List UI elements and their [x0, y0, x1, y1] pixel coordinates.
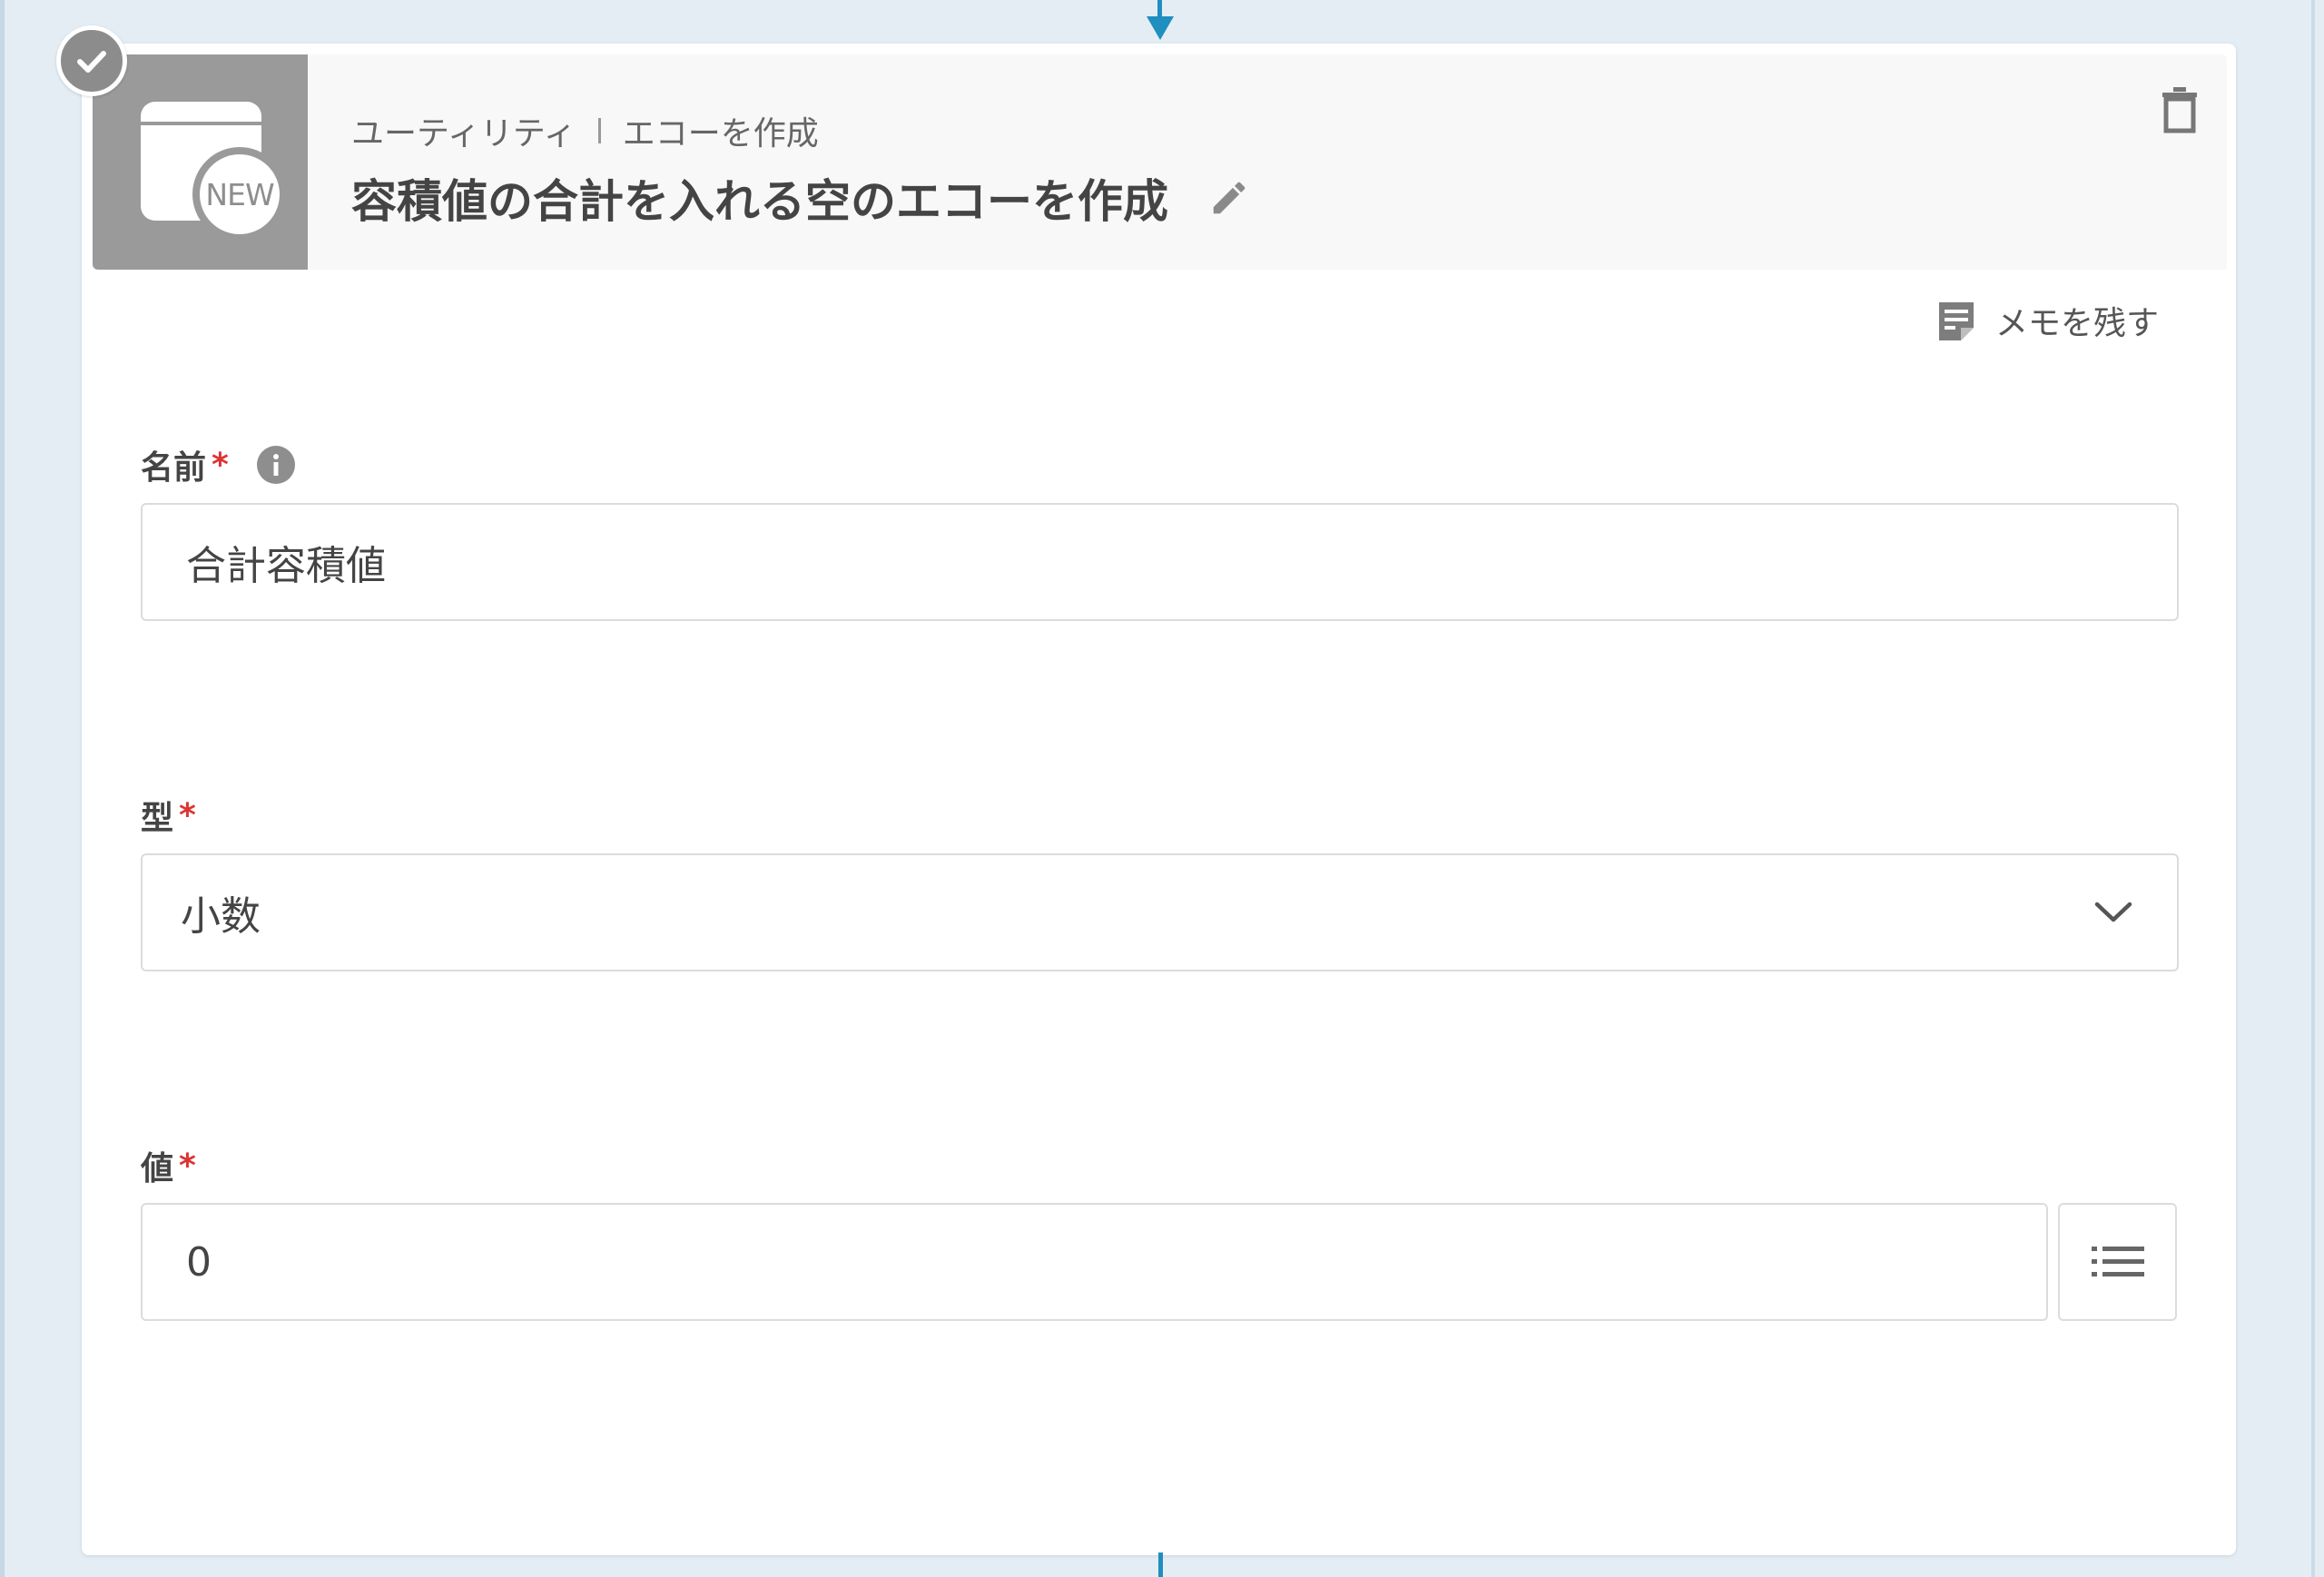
flow-connector-bottom — [1158, 1552, 1163, 1577]
breadcrumb: ユーティリティ エコーを作成 — [351, 113, 819, 153]
name-input-value: 合計容積値 — [186, 543, 386, 589]
value-input-value: 0 — [186, 1238, 212, 1286]
variable-list-button[interactable] — [2058, 1203, 2177, 1321]
info-icon[interactable] — [256, 445, 296, 485]
step-title: 容積値の合計を入れる空のエコーを作成 — [351, 171, 1250, 228]
step-title-text: 容積値の合計を入れる空のエコーを作成 — [351, 175, 1168, 228]
value-label: 値 * — [141, 1145, 196, 1188]
type-select-value: 小数 — [181, 893, 261, 940]
canvas-left-edge — [0, 0, 5, 1577]
new-badge: NEW — [192, 147, 287, 241]
name-required-mark: * — [212, 446, 229, 484]
check-icon — [56, 25, 127, 96]
flow-arrow-down-icon — [1147, 16, 1174, 40]
step-header: NEW ユーティリティ エコーを作成 容積値の合計を入れる空のエコーを作成 — [93, 54, 2227, 270]
new-badge-text: NEW — [205, 176, 274, 212]
list-icon — [2091, 1247, 2144, 1276]
type-select[interactable]: 小数 — [141, 853, 2179, 971]
name-label: 名前 * — [141, 444, 296, 487]
value-required-mark: * — [179, 1147, 196, 1185]
name-input[interactable]: 合計容積値 — [141, 503, 2179, 621]
value-label-text: 値 — [141, 1150, 174, 1188]
pencil-icon[interactable] — [1208, 177, 1250, 219]
step-card: NEW ユーティリティ エコーを作成 容積値の合計を入れる空のエコーを作成 メモ… — [56, 25, 2236, 1555]
memo-icon — [1939, 302, 1974, 340]
new-echo-icon: NEW — [93, 54, 308, 270]
memo-label: メモを残す — [1995, 305, 2160, 342]
type-required-mark: * — [179, 796, 196, 834]
type-label-text: 型 — [141, 800, 174, 837]
box-lid — [141, 102, 261, 125]
canvas-right-edge — [2311, 0, 2315, 1577]
name-label-text: 名前 — [141, 449, 207, 487]
flow-canvas: NEW ユーティリティ エコーを作成 容積値の合計を入れる空のエコーを作成 メモ… — [0, 0, 2324, 1577]
breadcrumb-action: エコーを作成 — [622, 115, 819, 153]
memo-button[interactable]: メモを残す — [1935, 296, 2159, 345]
breadcrumb-category: ユーティリティ — [351, 115, 576, 153]
value-input[interactable]: 0 — [141, 1203, 2048, 1321]
trash-icon[interactable] — [2161, 85, 2199, 134]
chevron-down-icon — [2094, 902, 2132, 922]
type-label: 型 * — [141, 794, 196, 838]
breadcrumb-separator — [597, 118, 601, 143]
